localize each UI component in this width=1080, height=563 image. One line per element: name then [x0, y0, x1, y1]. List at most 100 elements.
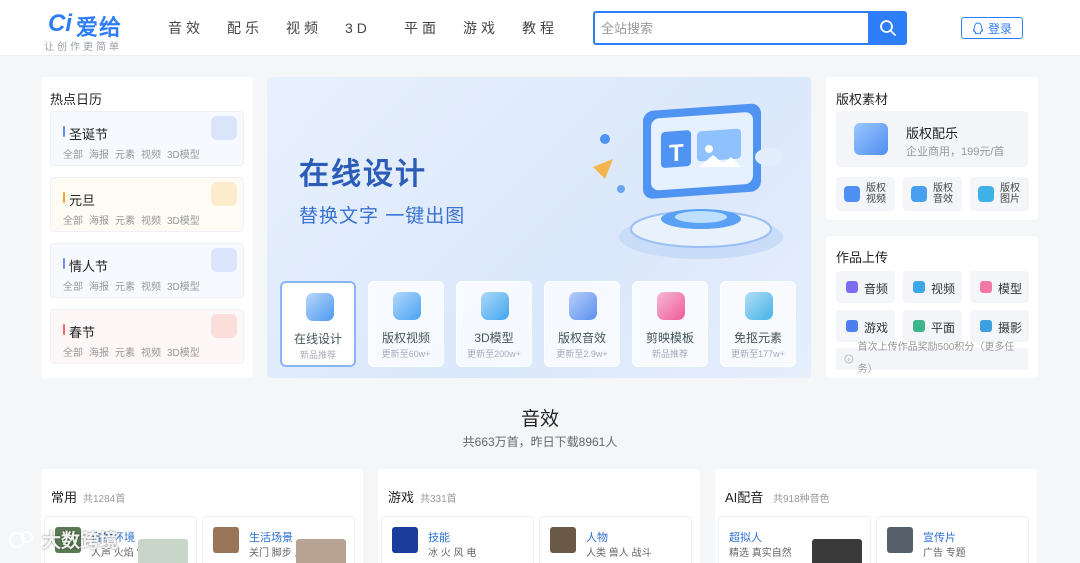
- copyright-tile[interactable]: 版权视频: [836, 177, 895, 211]
- copyright-tile[interactable]: 版权图片: [970, 177, 1029, 211]
- quick-link[interactable]: 免抠元素 更新至177w+: [720, 281, 796, 367]
- nav-item[interactable]: 视频: [286, 0, 345, 56]
- quick-link-label: 在线设计: [293, 332, 342, 346]
- copyright-tile-label: 版权图片: [1000, 183, 1020, 205]
- heart-icon: [211, 248, 237, 272]
- calendar-tag[interactable]: 全部: [63, 278, 83, 293]
- sound-section-subtitle: 共663万首，昨日下载8961人: [462, 435, 618, 449]
- calendar-tags: 全部 海报 元素 视频 3D模型: [63, 212, 200, 227]
- calendar-tag[interactable]: 全部: [63, 344, 83, 359]
- site-logo[interactable]: Ci 爱给 让创作更简单: [44, 8, 144, 53]
- sound-category-name[interactable]: AI配音: [725, 487, 763, 506]
- calendar-tag[interactable]: 3D模型: [167, 146, 200, 161]
- video-icon: [393, 292, 421, 320]
- nav-item[interactable]: 3D: [345, 0, 404, 56]
- subcategory-thumbnail: [550, 527, 576, 553]
- search-input[interactable]: [593, 11, 868, 45]
- quick-link-sub: 更新至200w+: [467, 349, 521, 359]
- calendar-tags: 全部 海报 元素 视频 3D模型: [63, 278, 200, 293]
- sound-subcategory[interactable]: 超拟人精选 真实自然: [718, 516, 871, 563]
- info-icon: [844, 354, 854, 364]
- quick-link-label: 免抠元素: [733, 331, 782, 345]
- copyright-tile[interactable]: 版权音效: [903, 177, 962, 211]
- sound-subcategory[interactable]: 人物 人类 兽人 战斗: [539, 516, 692, 563]
- calendar-item-name: 春节: [63, 322, 95, 341]
- calendar-tag[interactable]: 全部: [63, 212, 83, 227]
- subcategory-name: 超拟人: [729, 532, 762, 544]
- monitor-icon: [306, 293, 334, 321]
- calendar-item[interactable]: 春节全部 海报 元素 视频 3D模型: [50, 309, 244, 364]
- calendar-tag[interactable]: 3D模型: [167, 212, 200, 227]
- nav-item[interactable]: 教程: [522, 0, 581, 56]
- calendar-item-name: 元旦: [63, 190, 95, 209]
- calendar-tag[interactable]: 元素: [115, 344, 135, 359]
- quick-link[interactable]: 在线设计 新品推荐: [280, 281, 356, 367]
- calendar-item[interactable]: 圣诞节全部 海报 元素 视频 3D模型: [50, 111, 244, 166]
- audio-icon: [846, 281, 858, 293]
- search-button[interactable]: [868, 11, 907, 45]
- upload-tile-label: 摄影: [998, 321, 1023, 335]
- quick-link[interactable]: 版权音效更新至2.9w+: [544, 281, 620, 367]
- sound-subcategory[interactable]: 技能冰 火 风 电: [381, 516, 534, 563]
- watermark-logo-icon: [9, 530, 33, 548]
- quick-link-sub: 新品推荐: [651, 349, 688, 359]
- quick-link[interactable]: 剪映模板 新品推荐: [632, 281, 708, 367]
- subcategory-thumbnail: [887, 527, 913, 553]
- calendar-tag[interactable]: 视频: [141, 212, 161, 227]
- sound-category-name[interactable]: 常用: [51, 487, 77, 506]
- watermark: 大数跨境: [8, 526, 118, 553]
- calendar-item[interactable]: 情人节 全部 海报 元素 视频 3D模型: [50, 243, 244, 298]
- main-nav: 音效 配乐 视频 3D 平面 游戏 教程: [168, 0, 581, 56]
- calendar-icon: [211, 182, 237, 206]
- nav-item[interactable]: 游戏: [463, 0, 522, 56]
- calendar-item[interactable]: 元旦全部 海报 元素 视频 3D模型: [50, 177, 244, 232]
- banner-subtitle: 替换文字 一键出图: [299, 206, 466, 227]
- calendar-tag[interactable]: 元素: [115, 278, 135, 293]
- calendar-tag[interactable]: 视频: [141, 344, 161, 359]
- nav-item[interactable]: 音效: [168, 0, 227, 56]
- calendar-tag[interactable]: 元素: [115, 212, 135, 227]
- upload-tile[interactable]: 视频: [903, 271, 962, 303]
- calendar-item-name: 圣诞节: [63, 124, 108, 143]
- calendar-tag[interactable]: 全部: [63, 146, 83, 161]
- logo-slogan: 让创作更简单: [44, 42, 122, 53]
- sound-subcategory[interactable]: 宣传片 广告 专题: [876, 516, 1029, 563]
- sound-category-name[interactable]: 游戏: [388, 487, 414, 506]
- quick-link-sub: 更新至60w+: [381, 349, 431, 359]
- calendar-tag[interactable]: 海报: [89, 278, 109, 293]
- calendar-tag[interactable]: 3D模型: [167, 344, 200, 359]
- quick-link-sub: 更新至2.9w+: [556, 349, 608, 359]
- banner-title: 在线设计: [299, 158, 427, 191]
- gamepad-icon: [846, 320, 858, 332]
- quick-link[interactable]: 版权视频 更新至60w+: [368, 281, 444, 367]
- upload-reward-note[interactable]: 首次上传作品奖励500积分（更多任务）: [836, 342, 1028, 375]
- calendar-tag[interactable]: 海报: [89, 212, 109, 227]
- music-shield-icon: [854, 123, 888, 155]
- calendar-tag[interactable]: 3D模型: [167, 278, 200, 293]
- nav-item[interactable]: 平面: [404, 0, 463, 56]
- copyright-tile-label: 版权音效: [933, 183, 953, 205]
- watermark-text: 大数跨境: [42, 531, 119, 552]
- qq-penguin-icon: [972, 21, 983, 34]
- hero-banner[interactable]: 在线设计 替换文字 一键出图 T 在线设计 新品推荐 版权视频 更新至60w+ 3D模型…: [267, 77, 811, 378]
- quick-link-label: 版权音效: [557, 331, 606, 345]
- calendar-tags: 全部 海报 元素 视频 3D模型: [63, 146, 200, 161]
- subcategory-name: 生活场景: [249, 532, 293, 544]
- nav-item[interactable]: 配乐: [227, 0, 286, 56]
- login-button[interactable]: 登录: [961, 17, 1023, 39]
- upload-tile[interactable]: 模型: [970, 271, 1029, 303]
- quick-link[interactable]: 3D模型 更新至200w+: [456, 281, 532, 367]
- calendar-tag[interactable]: 视频: [141, 146, 161, 161]
- sound-subcategory[interactable]: 生活场景 关门 脚步 人群: [202, 516, 355, 563]
- subcategory-tags: 精选 真实自然: [729, 548, 792, 559]
- calendar-tag[interactable]: 视频: [141, 278, 161, 293]
- music-desc: 企业商用，199元/首: [906, 146, 1005, 158]
- upload-tile[interactable]: 音频: [836, 271, 895, 303]
- copyright-music-link[interactable]: 版权配乐 企业商用，199元/首: [836, 111, 1028, 167]
- calendar-tag[interactable]: 元素: [115, 146, 135, 161]
- calendar-tag[interactable]: 海报: [89, 344, 109, 359]
- upload-title: 作品上传: [836, 250, 889, 265]
- calendar-tag[interactable]: 海报: [89, 146, 109, 161]
- subcategory-tags: 冰 火 风 电: [428, 548, 477, 559]
- music-title: 版权配乐: [906, 126, 959, 141]
